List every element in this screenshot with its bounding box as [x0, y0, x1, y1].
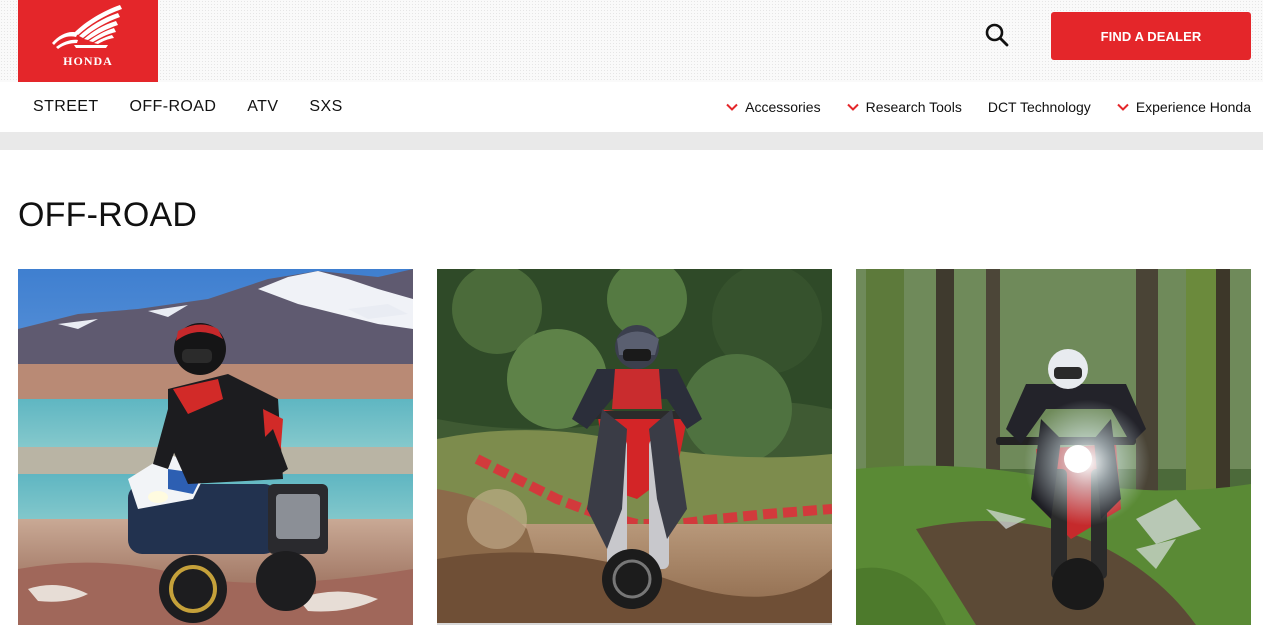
primary-nav: STREET OFF-ROAD ATV SXS [33, 82, 374, 132]
honda-wordmark: HONDA [63, 54, 113, 68]
find-a-dealer-button[interactable]: FIND A DEALER [1051, 12, 1251, 60]
chevron-down-icon [1117, 103, 1129, 111]
chevron-down-icon [726, 103, 738, 111]
divider-band [0, 132, 1263, 150]
secondary-nav: Accessories Research Tools DCT Technolog… [726, 82, 1251, 132]
nav-item-off-road[interactable]: OFF-ROAD [130, 98, 217, 116]
nav-item-accessories[interactable]: Accessories [726, 99, 821, 115]
main-navigation: STREET OFF-ROAD ATV SXS Accessories Rese… [0, 82, 1263, 132]
nav-item-street[interactable]: STREET [33, 98, 99, 116]
category-card-motocross[interactable] [437, 269, 832, 625]
nav-item-research-tools[interactable]: Research Tools [846, 99, 962, 115]
nav-item-label: Research Tools [865, 99, 962, 115]
nav-item-label: DCT Technology [987, 99, 1091, 115]
page-title: OFF-ROAD [18, 196, 198, 234]
nav-item-label: Experience Honda [1135, 99, 1251, 115]
nav-item-experience-honda[interactable]: Experience Honda [1117, 99, 1251, 115]
honda-wing-icon [52, 5, 122, 49]
nav-item-label: Accessories [745, 99, 821, 115]
motocross-rider-photo [437, 269, 832, 625]
nav-item-atv[interactable]: ATV [247, 98, 278, 116]
top-header: HONDA FIND A DEALER [0, 0, 1263, 82]
nav-item-sxs[interactable]: SXS [309, 98, 342, 116]
search-icon [985, 23, 1009, 47]
nav-item-dct-technology[interactable]: DCT Technology [988, 99, 1091, 115]
category-card-trail[interactable] [856, 269, 1251, 625]
search-button[interactable] [984, 22, 1010, 48]
category-card-adventure[interactable] [18, 269, 413, 625]
chevron-down-icon [846, 103, 859, 111]
trail-rider-photo [856, 269, 1251, 625]
honda-logo[interactable]: HONDA [18, 0, 158, 82]
adventure-rider-photo [18, 269, 413, 625]
